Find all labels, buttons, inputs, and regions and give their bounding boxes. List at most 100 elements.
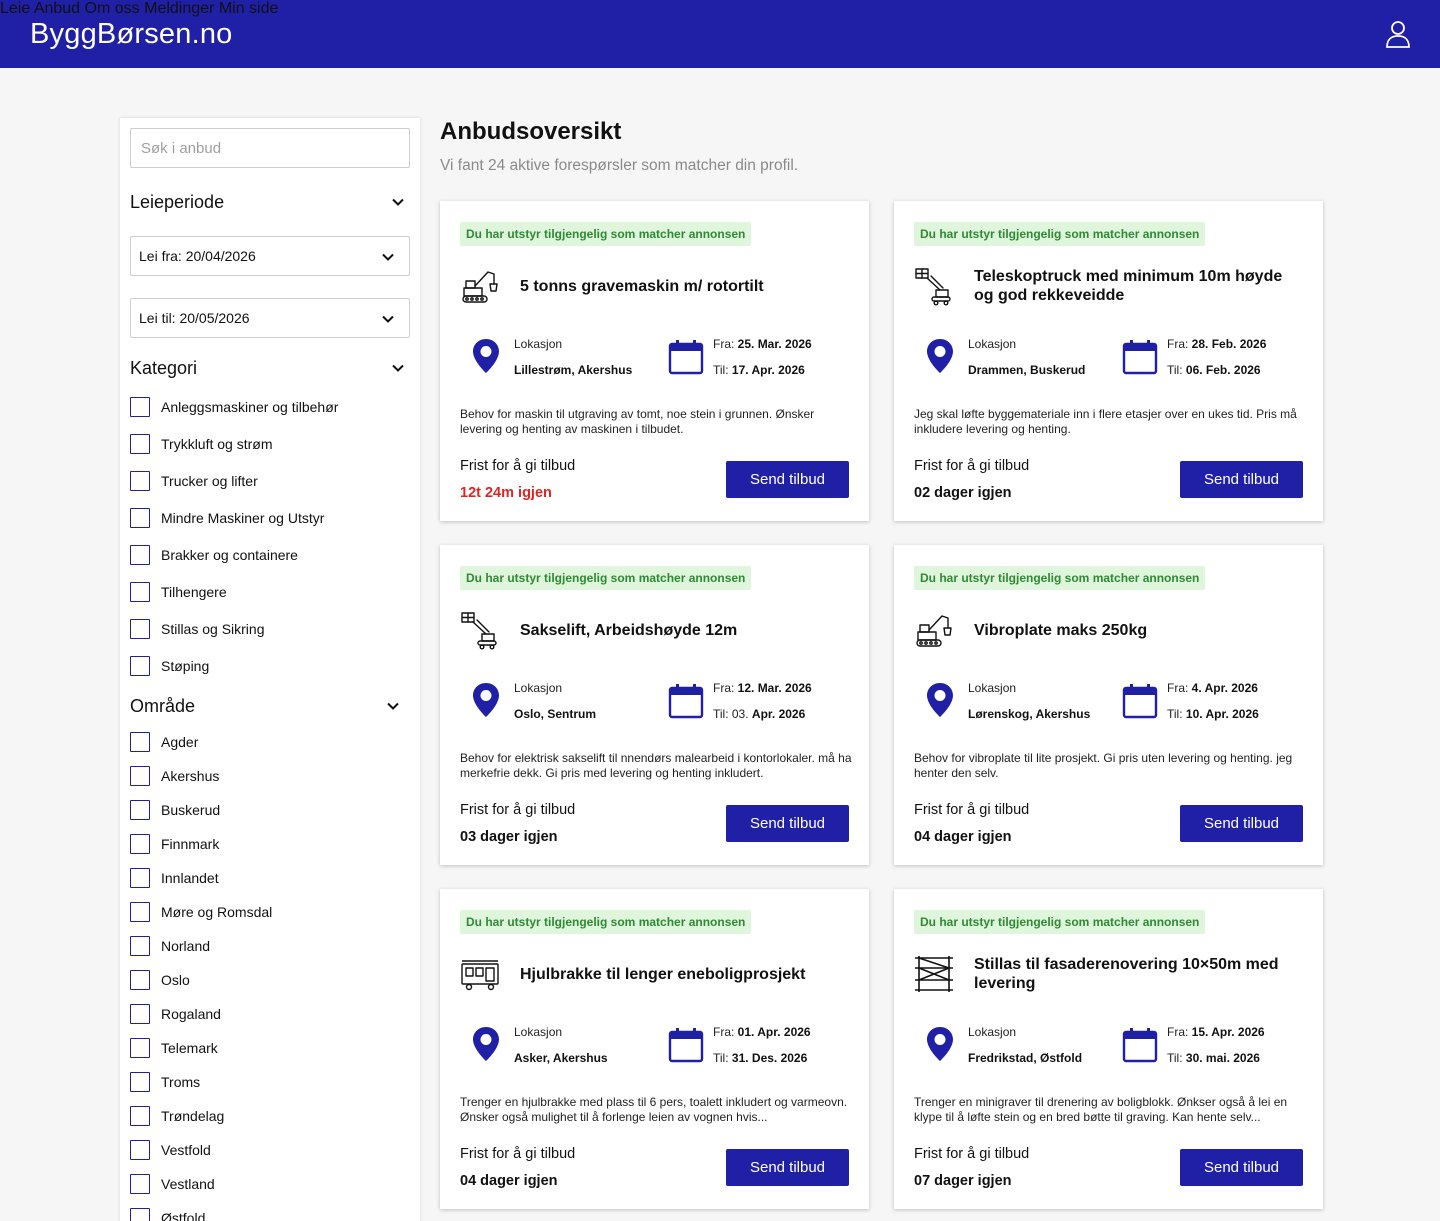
date-to-value: 17. Apr. 2026 bbox=[731, 363, 805, 377]
region-checkbox[interactable] bbox=[130, 902, 150, 922]
region-label: Agder bbox=[161, 734, 199, 750]
category-checkbox[interactable] bbox=[130, 397, 150, 417]
region-option[interactable]: Oslo bbox=[130, 970, 190, 990]
region-checkbox[interactable] bbox=[130, 1140, 150, 1160]
category-checkbox[interactable] bbox=[130, 582, 150, 602]
tender-title[interactable]: Teleskoptruck med minimum 10m høyde og g… bbox=[974, 266, 1304, 306]
region-checkbox[interactable] bbox=[130, 1038, 150, 1058]
date-to-value: Apr. 2026 bbox=[751, 707, 806, 721]
region-checkbox[interactable] bbox=[130, 936, 150, 956]
region-option[interactable]: Rogaland bbox=[130, 1004, 221, 1024]
date-from-value: 15. Apr. 2026 bbox=[1191, 1025, 1265, 1039]
region-option[interactable]: Finnmark bbox=[130, 834, 219, 854]
region-option[interactable]: Agder bbox=[130, 732, 198, 752]
chevron-down-icon[interactable] bbox=[386, 699, 400, 713]
region-option[interactable]: Akershus bbox=[130, 766, 219, 786]
date-to: Til: 06. Feb. 2026 bbox=[1167, 363, 1261, 377]
tender-card[interactable]: Du har utstyr tilgjengelig som matcher a… bbox=[894, 545, 1323, 865]
region-checkbox[interactable] bbox=[130, 1072, 150, 1092]
tender-card[interactable]: Du har utstyr tilgjengelig som matcher a… bbox=[440, 889, 869, 1209]
nav-anbud[interactable]: Anbud bbox=[34, 0, 80, 17]
region-option[interactable]: Vestland bbox=[130, 1174, 215, 1194]
category-option[interactable]: Stillas og Sikring bbox=[130, 619, 265, 639]
region-label: Vestfold bbox=[161, 1142, 211, 1158]
tender-title[interactable]: Sakselift, Arbeidshøyde 12m bbox=[520, 610, 850, 650]
match-badge: Du har utstyr tilgjengelig som matcher a… bbox=[460, 910, 752, 934]
omrade-heading[interactable]: Område bbox=[130, 696, 195, 717]
category-label: Anleggsmaskiner og tilbehør bbox=[161, 399, 339, 415]
send-offer-button[interactable]: Send tilbud bbox=[1180, 461, 1303, 498]
site-logo[interactable]: ByggBørsen.no bbox=[30, 18, 233, 51]
region-checkbox[interactable] bbox=[130, 1174, 150, 1194]
category-option[interactable]: Støping bbox=[130, 656, 209, 676]
region-option[interactable]: Norland bbox=[130, 936, 210, 956]
tender-title[interactable]: 5 tonns gravemaskin m/ rotortilt bbox=[520, 266, 850, 306]
tender-card[interactable]: Du har utstyr tilgjengelig som matcher a… bbox=[440, 201, 869, 521]
deadline-label: Frist for å gi tilbud bbox=[914, 458, 1030, 474]
date-to-label: Til: bbox=[1167, 707, 1186, 721]
send-offer-button[interactable]: Send tilbud bbox=[1180, 805, 1303, 842]
time-remaining: 03 dager igjen bbox=[460, 829, 558, 845]
region-option[interactable]: Innlandet bbox=[130, 868, 219, 888]
excavator-icon bbox=[460, 266, 500, 306]
region-checkbox[interactable] bbox=[130, 868, 150, 888]
nav-meldinger[interactable]: Meldinger bbox=[144, 0, 214, 17]
category-checkbox[interactable] bbox=[130, 656, 150, 676]
date-from-label: Fra: bbox=[713, 681, 738, 695]
deadline-label: Frist for å gi tilbud bbox=[914, 1146, 1030, 1162]
leieperiode-heading[interactable]: Leieperiode bbox=[130, 192, 224, 213]
category-label: Trykkluft og strøm bbox=[161, 436, 273, 452]
date-from: Fra: 15. Apr. 2026 bbox=[1167, 1025, 1265, 1039]
rent-from-select[interactable]: Lei fra: 20/04/2026 bbox=[130, 236, 410, 276]
kategori-heading[interactable]: Kategori bbox=[130, 358, 197, 379]
region-checkbox[interactable] bbox=[130, 732, 150, 752]
region-option[interactable]: Trøndelag bbox=[130, 1106, 224, 1126]
send-offer-button[interactable]: Send tilbud bbox=[726, 1149, 849, 1186]
search-input[interactable] bbox=[130, 128, 410, 168]
nav-leie[interactable]: Leie bbox=[0, 0, 30, 17]
chevron-down-icon[interactable] bbox=[391, 361, 405, 375]
region-checkbox[interactable] bbox=[130, 1106, 150, 1126]
tender-title[interactable]: Stillas til fasaderenovering 10×50m med … bbox=[974, 954, 1304, 994]
category-option[interactable]: Mindre Maskiner og Utstyr bbox=[130, 508, 324, 528]
tender-title[interactable]: Hjulbrakke til lenger eneboligprosjekt bbox=[520, 954, 850, 994]
tender-card[interactable]: Du har utstyr tilgjengelig som matcher a… bbox=[894, 201, 1323, 521]
region-checkbox[interactable] bbox=[130, 1208, 150, 1221]
nav-min-side[interactable]: Min side bbox=[219, 0, 279, 17]
date-from-label: Fra: bbox=[713, 337, 738, 351]
category-checkbox[interactable] bbox=[130, 508, 150, 528]
send-offer-button[interactable]: Send tilbud bbox=[1180, 1149, 1303, 1186]
category-checkbox[interactable] bbox=[130, 434, 150, 454]
region-option[interactable]: Telemark bbox=[130, 1038, 218, 1058]
tender-card[interactable]: Du har utstyr tilgjengelig som matcher a… bbox=[894, 889, 1323, 1209]
category-option[interactable]: Anleggsmaskiner og tilbehør bbox=[130, 397, 338, 417]
tender-title[interactable]: Vibroplate maks 250kg bbox=[974, 610, 1304, 650]
category-checkbox[interactable] bbox=[130, 619, 150, 639]
region-checkbox[interactable] bbox=[130, 1004, 150, 1024]
category-checkbox[interactable] bbox=[130, 471, 150, 491]
region-option[interactable]: Buskerud bbox=[130, 800, 220, 820]
category-option[interactable]: Brakker og containere bbox=[130, 545, 298, 565]
region-option[interactable]: Møre og Romsdal bbox=[130, 902, 272, 922]
region-label: Vestland bbox=[161, 1176, 215, 1192]
region-checkbox[interactable] bbox=[130, 766, 150, 786]
nav-om-oss[interactable]: Om oss bbox=[85, 0, 140, 17]
rent-to-select[interactable]: Lei til: 20/05/2026 bbox=[130, 298, 410, 338]
chevron-down-icon[interactable] bbox=[391, 195, 405, 209]
region-option[interactable]: Troms bbox=[130, 1072, 200, 1092]
region-option[interactable]: Østfold bbox=[130, 1208, 205, 1221]
category-option[interactable]: Trucker og lifter bbox=[130, 471, 258, 491]
category-option[interactable]: Trykkluft og strøm bbox=[130, 434, 273, 454]
page-title: Anbudsoversikt bbox=[440, 118, 622, 145]
region-checkbox[interactable] bbox=[130, 834, 150, 854]
tender-card[interactable]: Du har utstyr tilgjengelig som matcher a… bbox=[440, 545, 869, 865]
send-offer-button[interactable]: Send tilbud bbox=[726, 461, 849, 498]
region-checkbox[interactable] bbox=[130, 800, 150, 820]
category-checkbox[interactable] bbox=[130, 545, 150, 565]
region-checkbox[interactable] bbox=[130, 970, 150, 990]
category-option[interactable]: Tilhengere bbox=[130, 582, 227, 602]
send-offer-button[interactable]: Send tilbud bbox=[726, 805, 849, 842]
region-option[interactable]: Vestfold bbox=[130, 1140, 211, 1160]
time-remaining: 04 dager igjen bbox=[460, 1173, 558, 1189]
user-icon[interactable] bbox=[1384, 20, 1412, 48]
